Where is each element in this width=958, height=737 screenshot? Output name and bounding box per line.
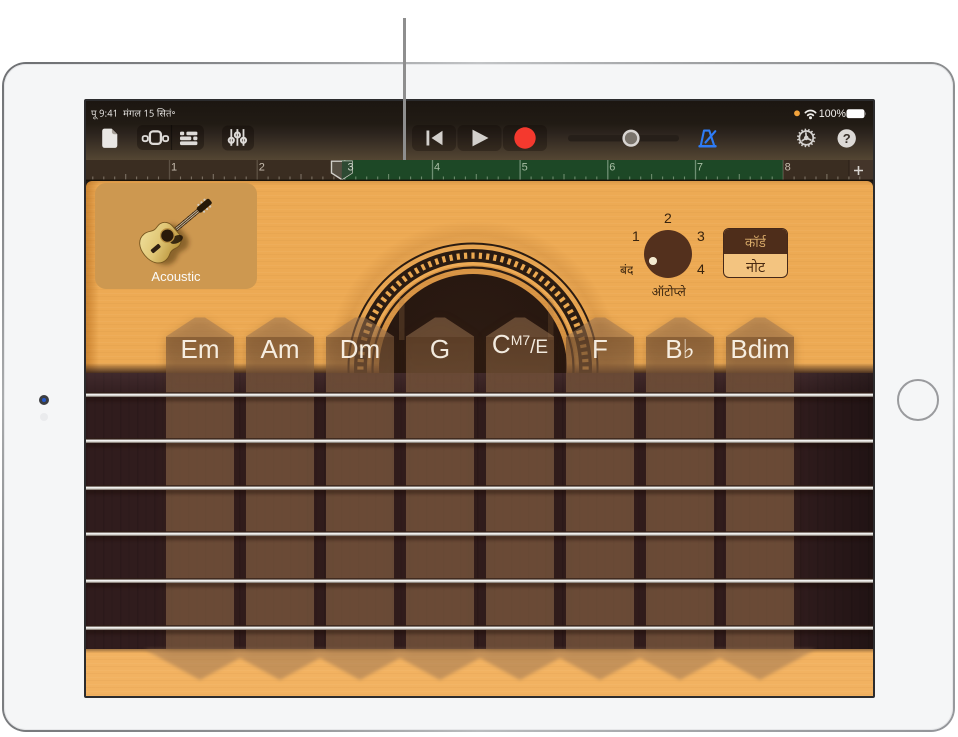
svg-text:2: 2	[259, 162, 265, 174]
svg-text:8: 8	[785, 162, 791, 174]
svg-text:5: 5	[522, 162, 528, 174]
svg-text:3: 3	[348, 162, 354, 174]
svg-text:4: 4	[434, 162, 440, 174]
svg-text:100%: 100%	[819, 108, 847, 120]
svg-text:?: ?	[843, 131, 851, 146]
svg-text:1: 1	[171, 162, 177, 174]
svg-text:7: 7	[697, 162, 703, 174]
svg-text:6: 6	[609, 162, 615, 174]
